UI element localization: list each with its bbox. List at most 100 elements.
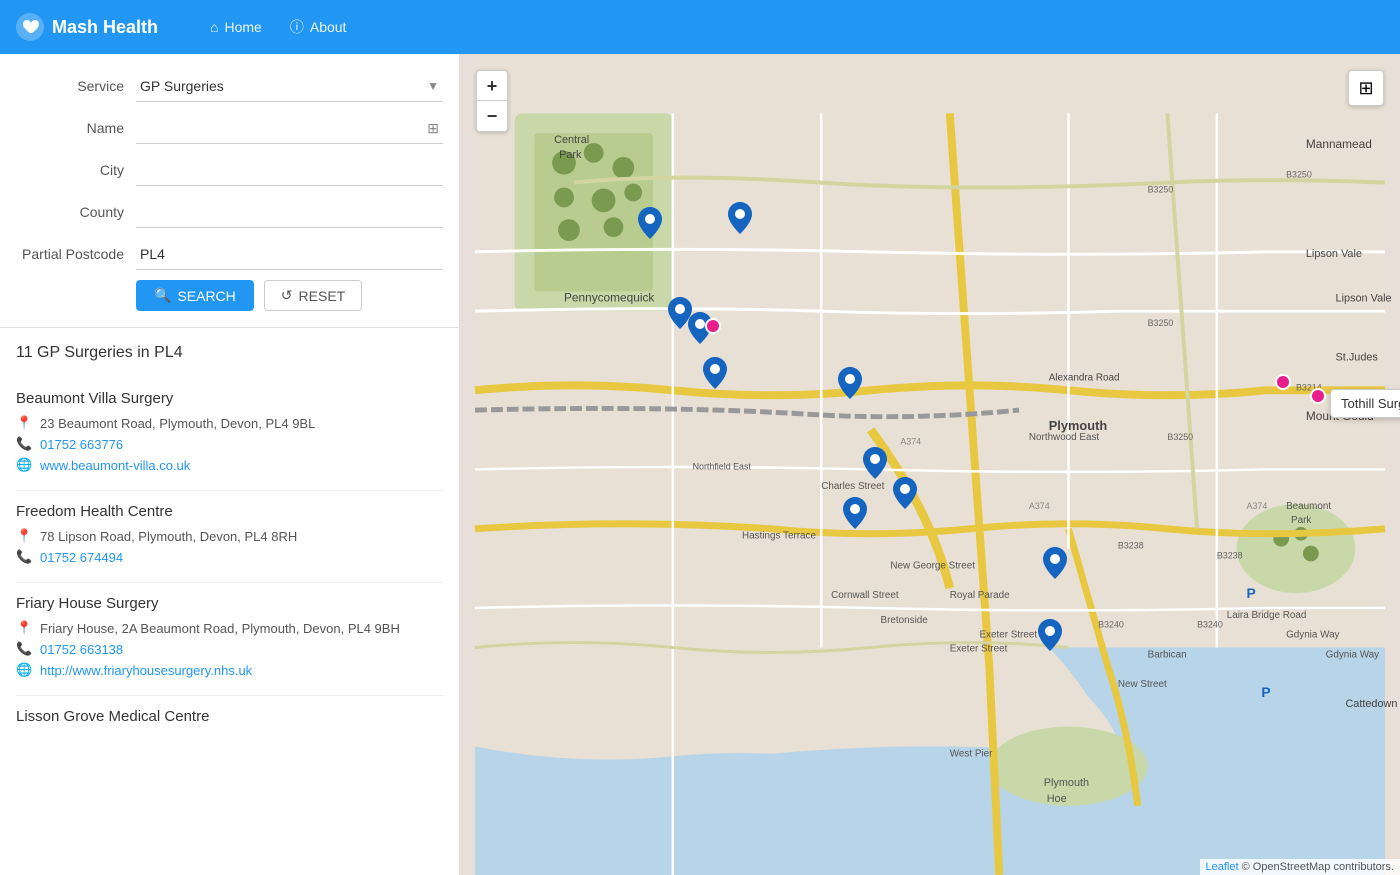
svg-text:Royal Parade: Royal Parade [950,590,1010,601]
svg-text:Beaumont: Beaumont [1286,501,1331,512]
svg-text:B3250: B3250 [1286,170,1312,180]
map-marker-pink[interactable] [1310,388,1326,404]
map-marker-pink[interactable] [1275,374,1291,390]
surgery-card: Lisson Grove Medical Centre [16,696,443,745]
map-marker[interactable] [1038,619,1062,651]
postcode-value: PL4 [136,238,443,270]
city-input[interactable] [136,154,443,186]
svg-text:B3238: B3238 [1217,550,1243,560]
map-marker[interactable] [728,202,752,234]
map-area: B3250 B3250 B3250 B3250 B3238 B3238 B321… [460,54,1400,875]
svg-text:Park: Park [559,149,582,161]
zoom-out-button[interactable]: − [477,101,507,131]
map-tooltip: Tothill Surgery ✕ [1330,389,1400,418]
surgery-address: 📍 78 Lipson Road, Plymouth, Devon, PL4 8… [16,528,443,544]
home-nav-label: Home [225,19,262,35]
search-button[interactable]: 🔍 SEARCH [136,280,254,311]
search-icon: 🔍 [154,287,171,304]
surgery-name: Beaumont Villa Surgery [16,390,443,407]
map-layers-button[interactable]: ⊞ [1348,70,1384,106]
map-container: B3250 B3250 B3250 B3250 B3238 B3238 B321… [460,54,1400,875]
website-link[interactable]: http://www.friaryhousesurgery.nhs.uk [40,663,252,678]
search-button-label: SEARCH [177,288,235,304]
svg-text:Laira Bridge Road: Laira Bridge Road [1227,610,1307,621]
map-marker[interactable] [638,207,662,239]
results-title: 11 GP Surgeries in PL4 [16,344,443,362]
county-input[interactable] [136,196,443,228]
postcode-row: Partial Postcode PL4 [16,238,443,270]
phone-link[interactable]: 01752 674494 [40,550,123,565]
reset-button[interactable]: ↺ RESET [264,280,362,311]
about-nav-link[interactable]: ⓘ About [278,11,359,43]
name-input[interactable] [136,112,443,144]
name-input-wrapper: ⊞ [136,112,443,144]
map-marker[interactable] [1043,547,1067,579]
svg-text:Barbican: Barbican [1148,649,1187,660]
svg-text:Cornwall Street: Cornwall Street [831,590,899,601]
service-select[interactable]: GP Surgeries Dentists Pharmacies Opticia… [136,70,443,102]
service-row: Service GP Surgeries Dentists Pharmacies… [16,70,443,102]
btn-row: 🔍 SEARCH ↺ RESET [16,280,443,311]
surgery-phone: 📞 01752 674494 [16,549,443,565]
main-content: Service GP Surgeries Dentists Pharmacies… [0,54,1400,875]
surgery-phone: 📞 01752 663776 [16,436,443,452]
location-icon: 📍 [16,620,32,636]
map-marker[interactable] [703,357,727,389]
surgery-card: Freedom Health Centre 📍 78 Lipson Road, … [16,491,443,583]
svg-text:Gdynia Way: Gdynia Way [1286,630,1339,641]
svg-text:Northwood East: Northwood East [1029,432,1100,443]
service-select-wrapper: GP Surgeries Dentists Pharmacies Opticia… [136,70,443,102]
surgery-address: 📍 Friary House, 2A Beaumont Road, Plymou… [16,620,443,636]
svg-text:B3250: B3250 [1148,184,1174,194]
location-icon: 📍 [16,415,32,431]
city-row: City [16,154,443,186]
reset-icon: ↺ [281,287,293,304]
svg-text:Central: Central [554,134,589,146]
svg-text:New George Street: New George Street [890,560,975,571]
svg-text:P: P [1247,585,1256,601]
map-marker[interactable] [838,367,862,399]
phone-link[interactable]: 01752 663776 [40,437,123,452]
svg-text:B3250: B3250 [1167,432,1193,442]
map-tooltip-text: Tothill Surgery [1341,396,1400,411]
svg-text:B3250: B3250 [1148,318,1174,328]
svg-text:Charles Street: Charles Street [821,481,884,492]
svg-text:Cattedown: Cattedown [1345,698,1397,710]
surgery-list: Beaumont Villa Surgery 📍 23 Beaumont Roa… [16,378,443,745]
map-marker-pink[interactable] [705,318,721,334]
heart-icon [16,13,44,41]
surgery-card: Friary House Surgery 📍 Friary House, 2A … [16,583,443,696]
zoom-in-button[interactable]: + [477,71,507,101]
about-nav-label: About [310,19,347,35]
county-label: County [16,204,136,220]
svg-text:Plymouth: Plymouth [1044,777,1089,789]
svg-text:Exeter Street: Exeter Street [979,630,1037,641]
svg-text:West Pier: West Pier [950,748,993,759]
map-marker[interactable] [843,497,867,529]
phone-icon: 📞 [16,641,32,657]
map-marker[interactable] [863,447,887,479]
globe-icon: 🌐 [16,662,32,678]
name-row: Name ⊞ [16,112,443,144]
home-nav-link[interactable]: ⌂ Home [198,13,274,41]
leaflet-link[interactable]: Leaflet [1206,861,1239,873]
svg-text:A374: A374 [1029,501,1050,511]
svg-text:B3238: B3238 [1118,541,1144,551]
website-link[interactable]: www.beaumont-villa.co.uk [40,458,190,473]
svg-text:Bretonside: Bretonside [881,615,929,626]
reset-button-label: RESET [299,288,346,304]
nav-links: ⌂ Home ⓘ About [198,11,358,43]
svg-text:Lipson Vale: Lipson Vale [1306,248,1362,260]
phone-icon: 📞 [16,549,32,565]
map-marker[interactable] [893,477,917,509]
brand-link[interactable]: Mash Health [16,13,158,41]
map-zoom-controls: + − [476,70,508,132]
sidebar: Service GP Surgeries Dentists Pharmacies… [0,54,460,875]
layers-icon: ⊞ [1358,78,1373,99]
phone-icon: 📞 [16,436,32,452]
location-icon: 📍 [16,528,32,544]
svg-text:B3240: B3240 [1197,620,1223,630]
phone-link[interactable]: 01752 663138 [40,642,123,657]
surgery-website: 🌐 www.beaumont-villa.co.uk [16,457,443,473]
svg-text:St.Judes: St.Judes [1336,352,1379,364]
